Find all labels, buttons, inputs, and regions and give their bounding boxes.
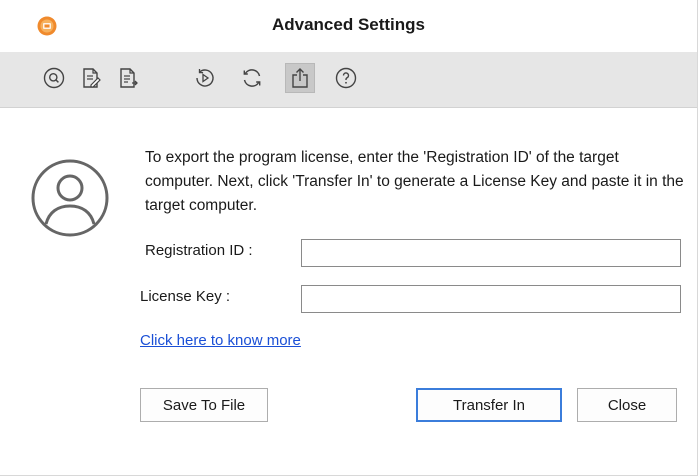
close-button[interactable]: Close	[577, 388, 677, 422]
transfer-in-button[interactable]: Transfer In	[416, 388, 562, 422]
history-play-icon[interactable]	[190, 63, 220, 93]
license-key-input[interactable]	[301, 285, 681, 313]
document-edit-icon[interactable]	[76, 63, 106, 93]
help-icon[interactable]	[331, 63, 361, 93]
document-export-icon[interactable]	[113, 63, 143, 93]
export-upload-icon[interactable]	[285, 63, 315, 93]
license-key-label: License Key :	[140, 288, 231, 305]
refresh-icon[interactable]	[237, 63, 267, 93]
export-instructions-text: To export the program license, enter the…	[145, 149, 684, 214]
search-circle-icon[interactable]	[39, 63, 69, 93]
user-avatar-icon	[30, 158, 110, 238]
save-to-file-button[interactable]: Save To File	[140, 388, 268, 422]
registration-id-label: Registration ID :	[145, 242, 253, 259]
window-title: Advanced Settings	[271, 15, 426, 34]
know-more-link[interactable]: Click here to know more	[140, 332, 301, 349]
toolbar	[0, 52, 697, 108]
advanced-settings-window: Advanced Settings To export the program …	[0, 0, 698, 476]
title-bar: Advanced Settings	[0, 0, 697, 52]
registration-id-input[interactable]	[301, 239, 681, 267]
